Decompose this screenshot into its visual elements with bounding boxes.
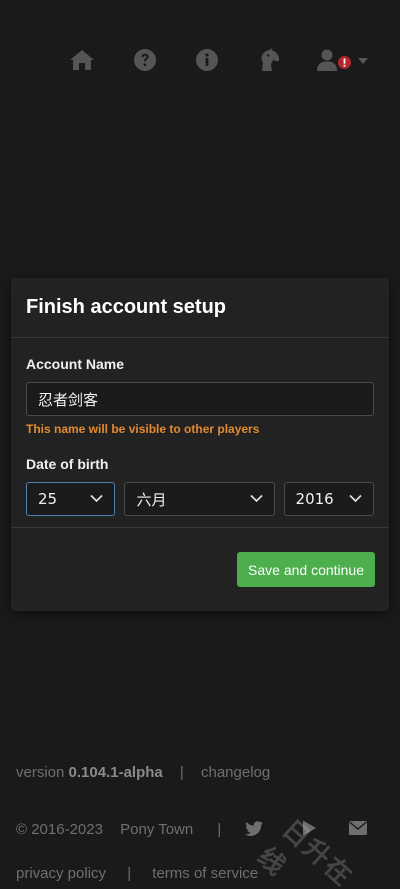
version-prefix: version [16, 764, 65, 781]
privacy-policy-link[interactable]: privacy policy [16, 865, 106, 882]
year-select-value: 2016 [295, 490, 334, 508]
dialog-title: Finish account setup [26, 296, 227, 318]
dialog-header: Finish account setup [11, 278, 389, 338]
dialog-body: Account Name This name will be visible t… [11, 338, 389, 528]
separator: | [127, 865, 132, 882]
separator: | [179, 764, 184, 781]
chevron-down-icon [349, 494, 362, 503]
day-select[interactable]: 25 [26, 482, 116, 516]
save-and-continue-button[interactable]: Save and continue [237, 552, 375, 587]
version-line: version 0.104.1-alpha | changelog [16, 764, 396, 781]
copyright-text: © 2016-2023 [16, 820, 103, 838]
version-number: 0.104.1-alpha [68, 764, 163, 781]
copyright-line: © 2016-2023 Pony Town | [16, 820, 396, 840]
date-of-birth-row: 25 六月 2016 [26, 482, 374, 516]
info-icon[interactable] [193, 46, 221, 74]
chevron-down-icon [249, 494, 263, 503]
date-of-birth-label: Date of birth [26, 456, 109, 472]
dialog-footer: Save and continue [11, 528, 389, 611]
user-icon [317, 49, 337, 71]
terms-of-service-link[interactable]: terms of service [152, 865, 258, 882]
account-name-label: Account Name [26, 356, 125, 372]
changelog-link[interactable]: changelog [201, 764, 270, 781]
separator: | [217, 820, 222, 838]
account-name-hint: This name will be visible to other playe… [26, 422, 260, 436]
top-nav [0, 40, 400, 80]
twitter-icon[interactable] [245, 820, 264, 840]
alert-icon [338, 56, 351, 69]
account-name-input[interactable] [26, 382, 374, 416]
question-icon[interactable] [131, 46, 159, 74]
day-select-value: 25 [38, 490, 58, 508]
home-icon[interactable] [68, 46, 96, 74]
page: Finish account setup Account Name This n… [0, 0, 400, 889]
chevron-down-icon [90, 494, 104, 503]
account-menu[interactable] [316, 46, 372, 74]
mail-icon[interactable] [348, 821, 367, 839]
year-select[interactable]: 2016 [283, 482, 374, 516]
horse-head-icon[interactable] [255, 46, 283, 74]
pony-town-link[interactable]: Pony Town [120, 821, 193, 838]
month-select-value: 六月 [136, 490, 167, 509]
caret-down-icon [358, 58, 368, 64]
month-select[interactable]: 六月 [124, 482, 275, 516]
account-setup-dialog: Finish account setup Account Name This n… [11, 278, 389, 611]
